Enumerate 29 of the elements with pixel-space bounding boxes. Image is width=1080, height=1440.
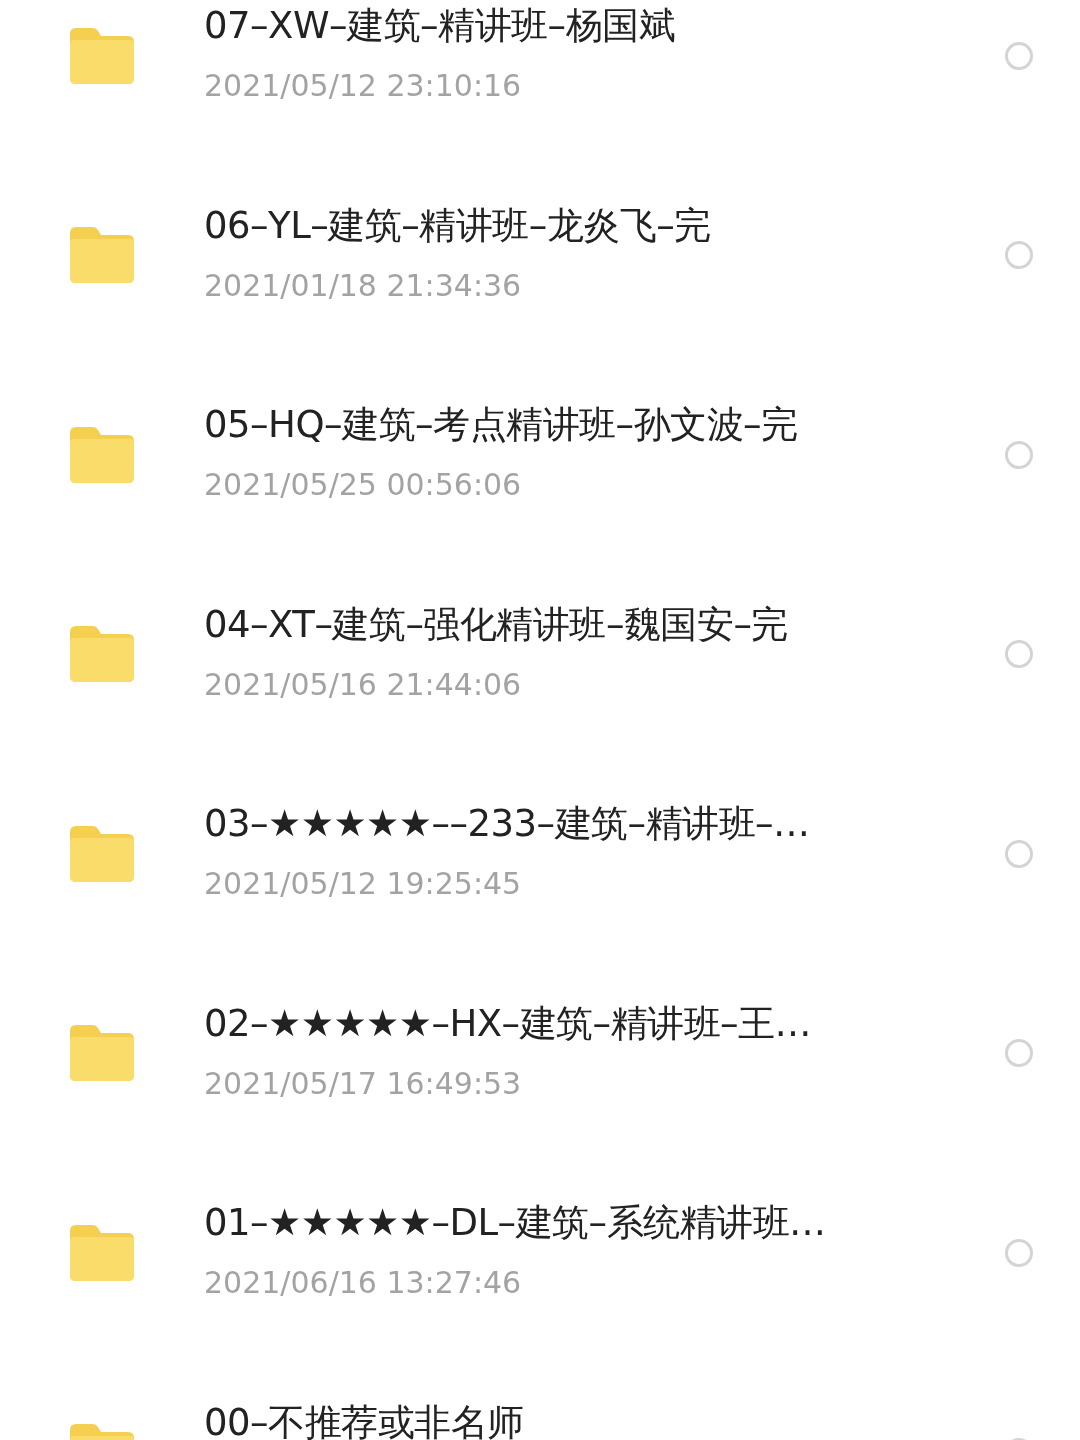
folder-name[interactable]: 01–★★★★★–DL–建筑–系统精讲班…: [204, 1198, 1005, 1248]
select-radio[interactable]: [1005, 241, 1033, 270]
modified-date: 2021/05/25 00:56:06: [204, 466, 523, 504]
folder-icon: [70, 27, 134, 84]
select-radio[interactable]: [1005, 640, 1033, 669]
select-radio[interactable]: [1005, 1039, 1033, 1068]
select-radio[interactable]: [1005, 1238, 1033, 1267]
modified-date: 2021/01/18 21:34:36: [204, 266, 523, 305]
folder-icon: [70, 626, 134, 683]
select-radio[interactable]: [1005, 41, 1033, 70]
folder-icon: [70, 426, 134, 483]
folder-icon: [70, 1224, 134, 1281]
folder-name[interactable]: 00–不推荐或非名师: [204, 1397, 1005, 1440]
modified-date: 2021/05/12 23:10:16: [204, 67, 523, 105]
folder-name[interactable]: 03–★★★★★––233–建筑–精讲班–…: [204, 799, 1005, 849]
folder-icon: [70, 227, 134, 284]
folder-name[interactable]: 05–HQ–建筑–考点精讲班–孙文波–完: [204, 400, 1005, 450]
modified-date: 2021/06/16 13:27:46: [204, 1264, 523, 1302]
modified-date: 2021/05/12 19:25:45: [204, 865, 523, 903]
folder-name[interactable]: 04–XT–建筑–强化精讲班–魏国安–完: [204, 599, 1005, 650]
select-radio[interactable]: [1005, 440, 1033, 469]
folder-name[interactable]: 02–★★★★★–HX–建筑–精讲班–王…: [204, 998, 1005, 1049]
folder-icon: [70, 1025, 134, 1082]
modified-date: 2021/05/17 16:49:53: [204, 1064, 523, 1103]
folder-name[interactable]: 06–YL–建筑–精讲班–龙炎飞–完: [204, 200, 1005, 251]
select-radio[interactable]: [1005, 839, 1033, 868]
folder-name[interactable]: 07–XW–建筑–精讲班–杨国斌: [204, 1, 1005, 51]
folder-icon: [70, 825, 134, 882]
modified-date: 2021/05/16 21:44:06: [204, 665, 523, 704]
